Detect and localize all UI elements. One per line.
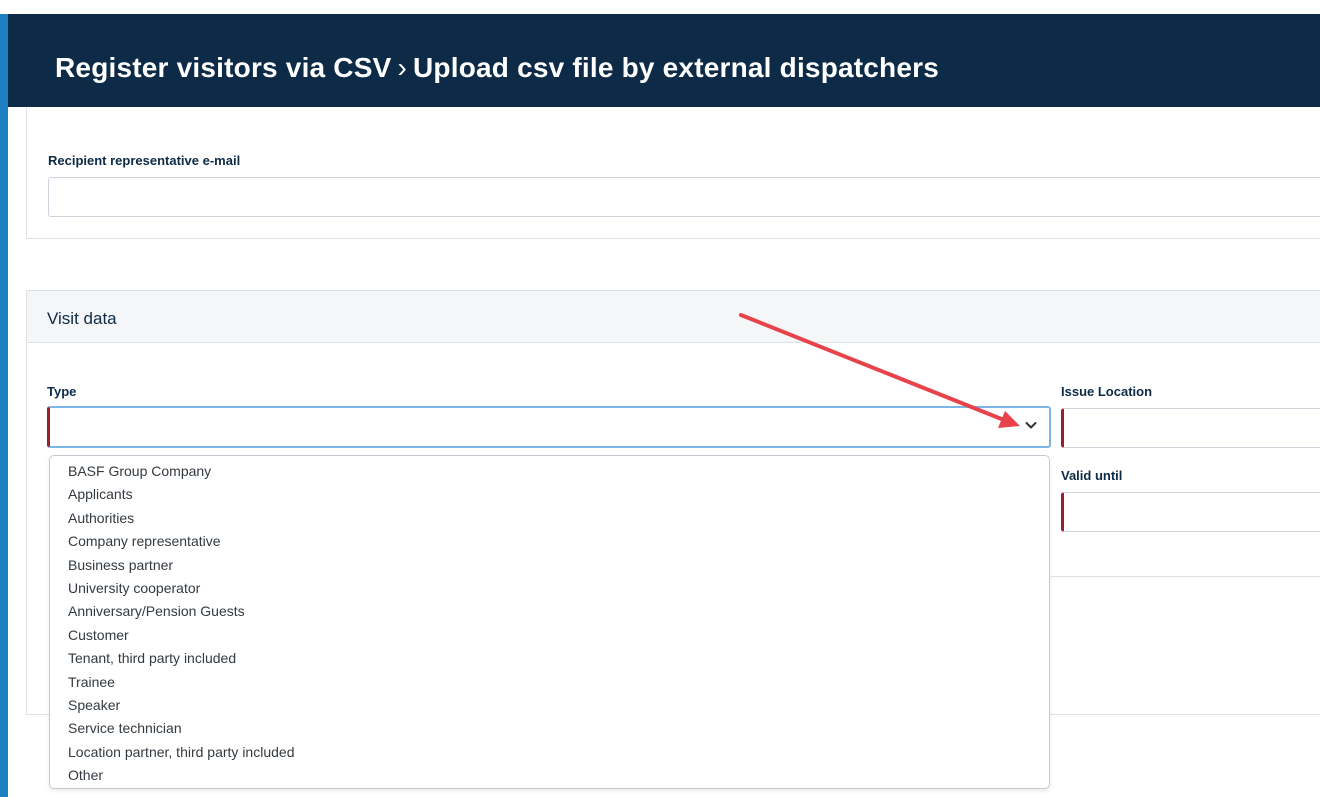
visit-data-card: Visit data Type Issue Location Valid unt… bbox=[26, 290, 1320, 789]
top-margin bbox=[0, 0, 1320, 14]
type-option[interactable]: Applicants bbox=[50, 483, 1049, 506]
type-option[interactable]: Speaker bbox=[50, 694, 1049, 717]
type-dropdown-list: BASF Group Company Applicants Authoritie… bbox=[49, 455, 1050, 789]
type-option[interactable]: Location partner, third party included bbox=[50, 741, 1049, 764]
breadcrumb-parent[interactable]: Register visitors via CSV bbox=[55, 52, 391, 83]
type-option[interactable]: Other bbox=[50, 764, 1049, 787]
recipient-card: Recipient representative e-mail bbox=[26, 107, 1320, 239]
type-option[interactable]: Business partner bbox=[50, 554, 1049, 577]
issue-location-field[interactable] bbox=[1061, 408, 1320, 448]
type-label: Type bbox=[47, 384, 77, 399]
recipient-email-field[interactable] bbox=[48, 177, 1320, 217]
visit-data-header: Visit data bbox=[27, 291, 1320, 343]
page-header: Register visitors via CSV › Upload csv fil… bbox=[8, 14, 1320, 107]
type-option[interactable]: University cooperator bbox=[50, 577, 1049, 600]
main-content: Recipient representative e-mail Visit da… bbox=[8, 107, 1320, 797]
left-accent-strip bbox=[0, 14, 8, 797]
type-option[interactable]: Customer bbox=[50, 624, 1049, 647]
section-divider bbox=[1051, 576, 1320, 577]
recipient-email-label: Recipient representative e-mail bbox=[48, 153, 241, 168]
type-option[interactable]: Tenant, third party included bbox=[50, 647, 1049, 670]
breadcrumb-current: Upload csv file by external dispatchers bbox=[413, 52, 940, 83]
valid-until-label: Valid until bbox=[1061, 468, 1123, 483]
type-option[interactable]: Company representative bbox=[50, 530, 1049, 553]
type-option[interactable]: Trainee bbox=[50, 671, 1049, 694]
type-select[interactable] bbox=[47, 406, 1051, 448]
visit-data-title: Visit data bbox=[47, 309, 117, 328]
valid-until-field[interactable] bbox=[1061, 492, 1320, 532]
type-option[interactable]: Anniversary/Pension Guests bbox=[50, 600, 1049, 623]
type-option[interactable]: Service technician bbox=[50, 717, 1049, 740]
page-title: Register visitors via CSV › Upload csv fil… bbox=[55, 52, 939, 84]
breadcrumb-separator: › bbox=[397, 52, 408, 83]
type-option[interactable]: Authorities bbox=[50, 507, 1049, 530]
issue-location-label: Issue Location bbox=[1061, 384, 1153, 399]
chevron-down-icon[interactable] bbox=[1023, 417, 1039, 433]
type-option[interactable]: BASF Group Company bbox=[50, 460, 1049, 483]
